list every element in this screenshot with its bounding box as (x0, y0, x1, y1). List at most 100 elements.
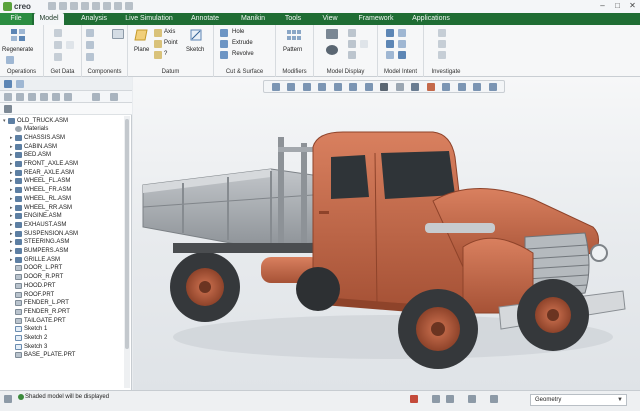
tree-item[interactable]: ROOF.PRT (10, 290, 54, 299)
tree-item[interactable]: ▸ WHEEL_FR.ASM (10, 186, 71, 195)
layer-icon[interactable] (468, 395, 476, 403)
panel-pin-icon[interactable] (110, 93, 118, 101)
windows-icon[interactable] (114, 2, 122, 10)
datum-point-icon[interactable] (154, 40, 162, 48)
tree-item[interactable]: DOOR_R.PRT (10, 273, 63, 282)
tab-applications[interactable]: Applications (408, 13, 454, 25)
navigator-toggle-icon[interactable] (4, 395, 12, 403)
sketch-icon[interactable] (190, 29, 202, 41)
revolve-icon[interactable] (220, 51, 228, 59)
repeat-icon[interactable] (86, 53, 94, 61)
tree-options-icon[interactable] (92, 93, 100, 101)
pattern-icon[interactable] (286, 29, 302, 43)
revolve-button[interactable]: Revolve (232, 51, 254, 57)
tree-filters-icon[interactable] (40, 93, 48, 101)
tree-item[interactable]: Sketch 3 (10, 342, 47, 351)
extrude-icon[interactable] (220, 40, 228, 48)
axis-button[interactable]: Axis (164, 29, 175, 35)
tree-item[interactable]: BASE_PLATE.PRT (10, 351, 75, 360)
save-icon[interactable] (70, 2, 78, 10)
hole-icon[interactable] (220, 29, 228, 37)
tree-item[interactable]: ▸ BED.ASM (10, 151, 51, 160)
sketch-button[interactable]: Sketch (186, 47, 204, 53)
tree-item[interactable]: ▸ GRILLE.ASM (10, 255, 60, 264)
tree-item[interactable]: ▾ OLD_TRUCK.ASM (3, 116, 68, 125)
tree-item[interactable]: ▸ STEERING.ASM (10, 238, 69, 247)
tab-manikin[interactable]: Manikin (236, 13, 270, 25)
model-tree-tab-icon[interactable] (4, 80, 12, 88)
section-icon[interactable] (348, 40, 356, 48)
notes-icon[interactable] (398, 51, 406, 59)
display-options-icon[interactable] (360, 40, 368, 48)
truck-model[interactable] (133, 77, 640, 390)
tree-item[interactable]: ▸ WHEEL_RR.ASM (10, 203, 72, 212)
show-icon[interactable] (16, 93, 24, 101)
hole-button[interactable]: Hole (232, 29, 244, 35)
search-tree-icon[interactable] (4, 105, 12, 113)
tab-model[interactable]: Model (34, 13, 64, 25)
full-screen-icon[interactable] (490, 395, 498, 403)
tree-item[interactable]: HOOD.PRT (10, 281, 56, 290)
global-interference-icon[interactable] (438, 29, 446, 37)
publish-geometry-icon[interactable] (386, 51, 394, 59)
find-icon[interactable] (446, 395, 454, 403)
tree-scrollbar-thumb[interactable] (125, 119, 129, 349)
tab-file[interactable]: File (0, 13, 32, 25)
tree-item[interactable]: ▸ WHEEL_FL.ASM (10, 177, 70, 186)
front-wheel-right[interactable] (517, 279, 589, 351)
copy-geometry-icon[interactable] (54, 41, 62, 49)
selection-filter-dropdown[interactable]: Geometry ▼ (530, 394, 627, 406)
family-table-icon[interactable] (386, 40, 394, 48)
shrinkwrap-icon[interactable] (54, 53, 62, 61)
perspective-icon[interactable] (348, 51, 356, 59)
tab-annotate[interactable]: Annotate (186, 13, 224, 25)
component-view-icon[interactable] (112, 29, 124, 39)
pattern-button[interactable]: Pattern (283, 47, 302, 53)
parameters-icon[interactable] (398, 29, 406, 37)
tree-item[interactable]: Sketch 1 (10, 325, 47, 334)
appearance-icon[interactable] (326, 29, 338, 39)
minimize-icon[interactable]: – (597, 1, 608, 11)
tree-item[interactable]: ▸ ENGINE.ASM (10, 212, 62, 221)
folder-browser-tab-icon[interactable] (16, 80, 24, 88)
close-window-icon[interactable] (125, 2, 133, 10)
cargo-bed[interactable] (142, 137, 323, 250)
tree-settings-icon[interactable] (4, 93, 12, 101)
create-component-icon[interactable] (86, 41, 94, 49)
tree-item[interactable]: ▸ REAR_AXLE.ASM (10, 168, 74, 177)
reference-viewer-icon[interactable] (438, 51, 446, 59)
selection-filter-icon[interactable] (410, 395, 418, 403)
tree-item[interactable]: ▸ EXHAUST.ASM (10, 220, 66, 229)
collapse-all-icon[interactable] (64, 93, 72, 101)
switch-dimensions-icon[interactable] (398, 40, 406, 48)
rear-wheel-far[interactable] (296, 267, 340, 311)
tab-live-simulation[interactable]: Live Simulation (122, 13, 176, 25)
tree-item[interactable]: TAILGATE.PRT (10, 316, 66, 325)
relations-icon[interactable] (386, 29, 394, 37)
tree-item[interactable]: ▸ CHASSIS.ASM (10, 133, 65, 142)
tab-view[interactable]: View (318, 13, 342, 25)
rear-wheel[interactable] (170, 252, 240, 322)
tree-item[interactable]: Sketch 2 (10, 334, 47, 343)
graphics-window[interactable] (133, 77, 640, 390)
tree-item[interactable]: ▸ BUMPERS.ASM (10, 247, 68, 256)
tree-item[interactable]: FENDER_L.PRT (10, 299, 69, 308)
coordinate-system-button[interactable]: ? (164, 51, 167, 57)
tree-item[interactable]: FENDER_R.PRT (10, 307, 70, 316)
tree-item[interactable]: DOOR_L.PRT (10, 264, 62, 273)
merge-icon[interactable] (66, 41, 74, 49)
maximize-icon[interactable]: □ (612, 1, 623, 11)
assemble-icon[interactable] (86, 29, 94, 37)
close-icon[interactable]: ✕ (627, 1, 638, 11)
exploded-view-icon[interactable] (348, 29, 356, 37)
user-defined-feature-icon[interactable] (54, 29, 62, 37)
front-wheel-left[interactable] (398, 289, 478, 369)
tree-columns-icon[interactable] (28, 93, 36, 101)
datum-plane-icon[interactable] (134, 29, 148, 41)
open-file-icon[interactable] (59, 2, 67, 10)
extrude-button[interactable]: Extrude (232, 40, 253, 46)
expand-all-icon[interactable] (52, 93, 60, 101)
tree-item[interactable]: ▸ FRONT_AXLE.ASM (10, 160, 78, 169)
tab-framework[interactable]: Framework (354, 13, 398, 25)
regenerate-small-icon[interactable] (103, 2, 111, 10)
